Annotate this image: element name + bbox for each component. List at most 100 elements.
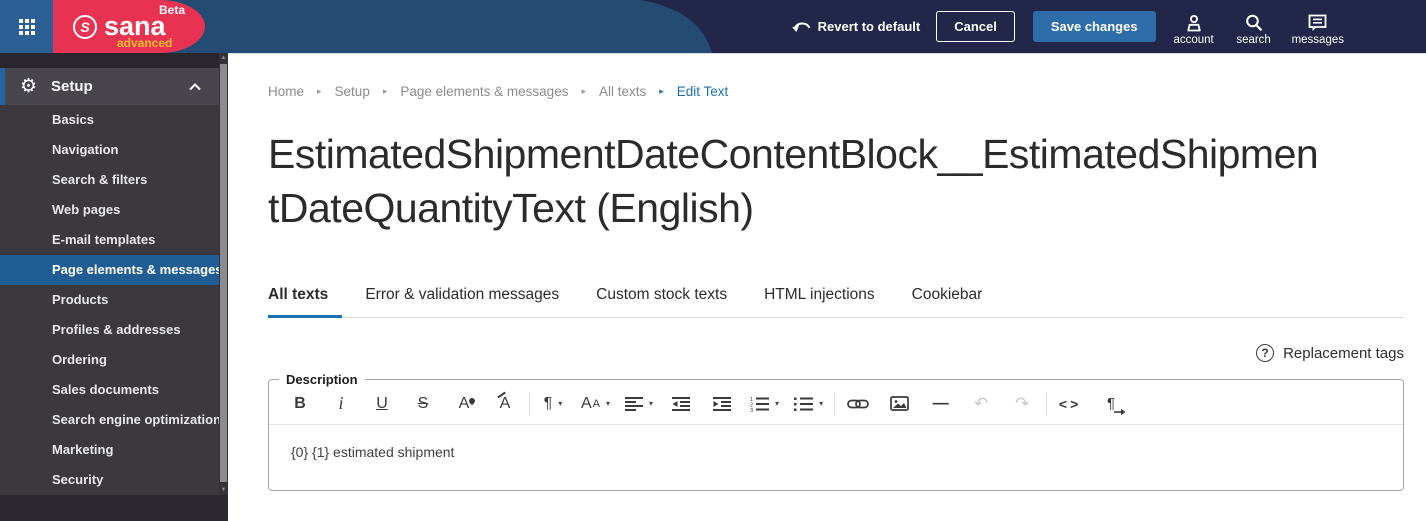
sidebar-section-label: Setup (51, 78, 93, 95)
sidebar-item-marketing[interactable]: Marketing (0, 435, 219, 465)
scrollbar-thumb[interactable] (220, 64, 227, 482)
toolbar-divider (529, 391, 530, 416)
sidebar-filler (0, 495, 228, 521)
scroll-down-icon[interactable]: ▼ (219, 487, 228, 493)
content-area: Home ▸ Setup ▸ Page elements & messages … (228, 53, 1426, 521)
sidebar-item-sales-documents[interactable]: Sales documents (0, 375, 219, 405)
tab-html-injections[interactable]: HTML injections (764, 286, 875, 304)
text-direction-button[interactable]: ¶ (1098, 391, 1126, 417)
font-color-button[interactable]: A (451, 391, 477, 417)
insert-link-button[interactable] (845, 391, 871, 417)
indent-icon (713, 396, 732, 411)
messages-icon (1308, 14, 1327, 31)
breadcrumb-home[interactable]: Home (268, 84, 304, 99)
sidebar-item-web-pages[interactable]: Web pages (0, 195, 219, 225)
slash-icon (496, 391, 506, 398)
unordered-list-button[interactable]: ▾ (794, 391, 823, 417)
toolbar-divider (834, 391, 836, 416)
description-editor: Description B i U S A A ¶ ▾ A A ▾ ▾ 1 2 … (268, 372, 1404, 491)
replacement-tags-link[interactable]: ? Replacement tags (268, 344, 1404, 362)
save-changes-button[interactable]: Save changes (1032, 11, 1156, 42)
sidebar-item-ordering[interactable]: Ordering (0, 345, 219, 375)
sidebar-item-seo[interactable]: Search engine optimization (0, 405, 221, 435)
search-button[interactable]: search (1232, 13, 1276, 46)
sidebar-item-security[interactable]: Security (0, 465, 219, 495)
sidebar: ⚙ Setup Basics Navigation Search & filte… (0, 53, 228, 521)
tab-error-validation-messages[interactable]: Error & validation messages (365, 286, 559, 304)
align-button[interactable]: ▾ (625, 391, 653, 417)
breadcrumb-current: Edit Text (676, 84, 729, 99)
unordered-list-icon (794, 397, 814, 411)
arrow-right-icon (1114, 408, 1126, 415)
sidebar-item-navigation[interactable]: Navigation (0, 135, 219, 165)
sidebar-top-strip (0, 53, 228, 68)
ordered-list-icon: 1 2 3 (750, 397, 770, 412)
sidebar-nav: Basics Navigation Search & filters Web p… (0, 105, 228, 495)
messages-button[interactable]: messages (1292, 13, 1344, 46)
page-title: EstimatedShipmentDateContentBlock__Estim… (268, 131, 1319, 231)
undo-button[interactable]: ↶ (968, 391, 994, 417)
brand-tagline: advanced (117, 36, 173, 50)
tab-bar: All texts Error & validation messages Cu… (268, 275, 1404, 318)
account-icon (1186, 15, 1201, 32)
underline-button[interactable]: U (369, 391, 395, 417)
breadcrumb-separator-icon: ▸ (382, 86, 388, 96)
image-icon (889, 396, 909, 411)
description-text-area[interactable]: {0} {1} estimated shipment (269, 425, 1403, 490)
description-text: {0} {1} estimated shipment (291, 444, 455, 460)
undo-arrow-icon (791, 21, 811, 32)
font-size-button[interactable]: A A ▾ (581, 391, 610, 417)
indent-button[interactable] (709, 391, 735, 417)
sana-logo: Beta S sana advanced (53, 0, 205, 53)
clear-formatting-button[interactable]: A (492, 391, 518, 417)
tab-all-texts[interactable]: All texts (268, 286, 343, 318)
caret-down-icon: ▾ (819, 399, 824, 408)
search-label: search (1236, 34, 1271, 46)
sidebar-item-profiles-addresses[interactable]: Profiles & addresses (0, 315, 219, 345)
rich-text-toolbar: B i U S A A ¶ ▾ A A ▾ ▾ 1 2 3 ▾ ▾ — ↶ ↷ … (269, 387, 1403, 425)
account-button[interactable]: account (1172, 13, 1216, 46)
tab-custom-stock-texts[interactable]: Custom stock texts (596, 286, 727, 304)
breadcrumb-page-elements[interactable]: Page elements & messages (400, 84, 568, 99)
revert-to-default-button[interactable]: Revert to default (791, 19, 921, 35)
sidebar-item-basics[interactable]: Basics (0, 105, 219, 135)
breadcrumb-separator-icon: ▸ (581, 86, 586, 96)
breadcrumb-all-texts[interactable]: All texts (599, 84, 646, 99)
search-icon (1245, 14, 1262, 32)
sidebar-item-page-elements-messages[interactable]: Page elements & messages (0, 255, 223, 285)
caret-down-icon: ▾ (775, 399, 780, 408)
sidebar-item-search-filters[interactable]: Search & filters (0, 165, 219, 195)
italic-button[interactable]: i (328, 391, 354, 417)
redo-button[interactable]: ↷ (1009, 391, 1035, 417)
breadcrumb-setup[interactable]: Setup (335, 84, 370, 99)
toolbar-divider (1046, 391, 1048, 416)
revert-label: Revert to default (817, 19, 921, 34)
description-legend: Description (286, 372, 358, 387)
cancel-button[interactable]: Cancel (936, 11, 1015, 42)
color-droplet-icon (468, 396, 477, 405)
breadcrumb-separator-icon: ▸ (317, 86, 322, 96)
app-window: Beta S sana advanced Revert to default C… (0, 0, 1426, 521)
tab-cookiebar[interactable]: Cookiebar (912, 286, 983, 304)
paragraph-format-button[interactable]: ¶ ▾ (540, 391, 566, 417)
strikethrough-button[interactable]: S (410, 391, 436, 417)
code-view-button[interactable]: <> (1057, 391, 1083, 417)
insert-image-button[interactable] (886, 391, 912, 417)
sana-logo-icon: S (73, 15, 97, 39)
chevron-up-icon (189, 82, 201, 90)
messages-label: messages (1291, 34, 1344, 46)
sidebar-item-email-templates[interactable]: E-mail templates (0, 225, 219, 255)
sidebar-item-products[interactable]: Products (0, 285, 219, 315)
scroll-up-icon[interactable]: ▲ (219, 55, 228, 61)
sidebar-section-setup[interactable]: ⚙ Setup (0, 68, 228, 105)
app-launcher-button[interactable] (0, 0, 53, 53)
help-circle-icon: ? (1256, 344, 1275, 362)
account-label: account (1173, 34, 1214, 46)
ordered-list-button[interactable]: 1 2 3 ▾ (750, 391, 779, 417)
outdent-button[interactable] (668, 391, 694, 417)
link-icon (847, 399, 869, 408)
replacement-tags-label: Replacement tags (1283, 344, 1404, 362)
bold-button[interactable]: B (287, 391, 313, 417)
horizontal-rule-button[interactable]: — (927, 391, 953, 417)
sidebar-scrollbar[interactable]: ▲ ▼ (219, 53, 228, 495)
